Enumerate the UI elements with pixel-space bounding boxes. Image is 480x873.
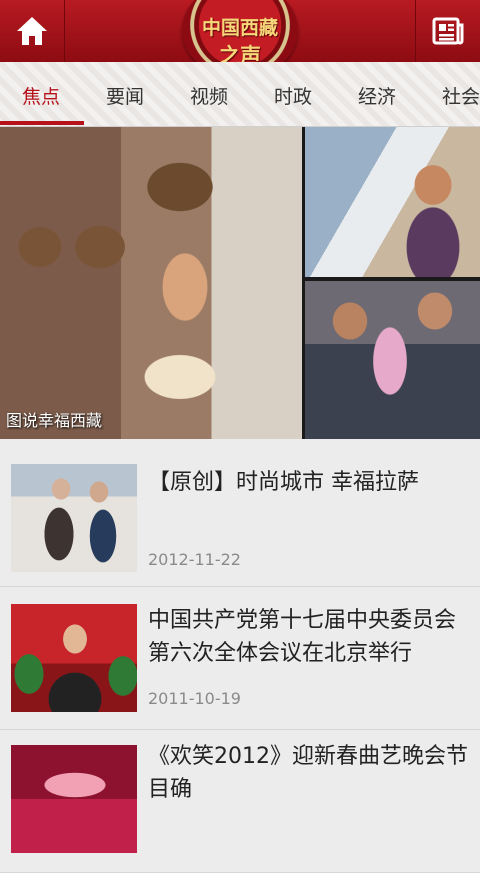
hero-photo-bottom-right [305, 281, 480, 439]
category-tabs: 焦点 要闻 视频 时政 经济 社会 [0, 62, 480, 127]
news-menu-button[interactable] [415, 0, 480, 62]
active-tab-indicator [0, 121, 84, 125]
news-thumbnail [11, 604, 137, 712]
tab-society[interactable]: 社会 [442, 82, 480, 109]
logo-title-line1: 中国西藏 [201, 16, 278, 39]
app-header: 中国西藏 之声 [0, 0, 480, 78]
hero-caption: 图说幸福西藏 [6, 411, 103, 430]
tab-politics[interactable]: 时政 [274, 82, 312, 109]
news-date: 2012-11-22 [148, 550, 241, 569]
news-item[interactable]: 【原创】时尚城市 幸福拉萨 2012-11-22 [0, 448, 480, 587]
tab-headlines[interactable]: 要闻 [106, 82, 144, 109]
news-date: 2011-10-19 [148, 689, 241, 708]
home-button[interactable] [0, 0, 65, 62]
hero-banner[interactable]: 图说幸福西藏 [0, 127, 480, 439]
hero-photo-main [0, 127, 302, 439]
news-title: 中国共产党第十七届中央委员会第六次全体会议在北京举行 [148, 608, 457, 666]
tab-video[interactable]: 视频 [190, 82, 228, 109]
newspaper-icon [432, 17, 464, 45]
news-item[interactable]: 中国共产党第十七届中央委员会第六次全体会议在北京举行 2011-10-19 [0, 591, 480, 730]
news-title: 《欢笑2012》迎新春曲艺晚会节目确 [148, 744, 468, 802]
tab-focus[interactable]: 焦点 [22, 82, 60, 109]
news-thumbnail [11, 745, 137, 853]
tab-economy[interactable]: 经济 [358, 82, 396, 109]
news-title: 【原创】时尚城市 幸福拉萨 [148, 470, 419, 495]
hero-photo-top-right [305, 127, 480, 277]
home-icon [17, 17, 47, 45]
news-thumbnail [11, 464, 137, 572]
news-item[interactable]: 《欢笑2012》迎新春曲艺晚会节目确 [0, 734, 480, 873]
